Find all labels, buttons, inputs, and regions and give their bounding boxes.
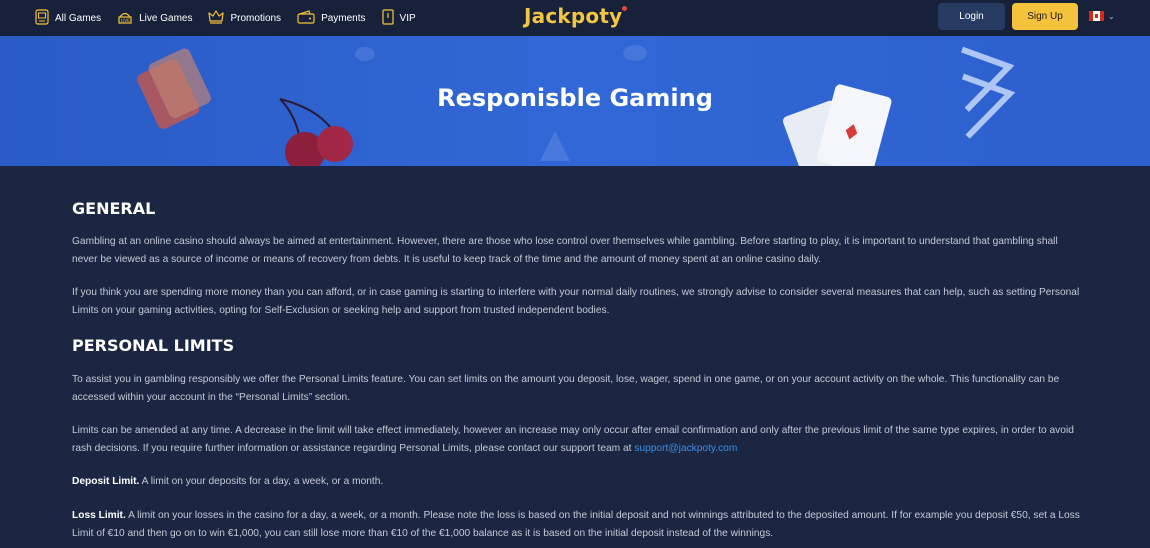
vip-card-icon — [381, 8, 400, 28]
language-selector[interactable]: ⌄ — [1089, 11, 1115, 21]
nav-item-label: Promotions — [230, 12, 282, 24]
svg-text:LIVE: LIVE — [121, 18, 130, 23]
hero-banner: Responisble Gaming — [0, 36, 1150, 166]
support-email-link[interactable]: support@jackpoty.com — [634, 443, 737, 454]
logo-dot — [622, 6, 628, 11]
chevron-down-icon: ⌄ — [1108, 11, 1115, 21]
section-heading-general: GENERAL — [72, 199, 156, 218]
section-heading-personal-limits: PERSONAL LIMITS — [72, 336, 235, 355]
jackpoty-logo[interactable]: Jackpoty — [524, 4, 628, 28]
login-button[interactable]: Login — [938, 3, 1005, 30]
limits-paragraph-2-text: Limits can be amended at any time. A dec… — [72, 425, 1074, 454]
deposit-limit-text: A limit on your deposits for a day, a we… — [141, 476, 384, 487]
blurred-chip-icon — [540, 131, 570, 161]
deposit-limit-title: Deposit Limit. — [72, 476, 140, 487]
blurred-chip-icon — [355, 47, 375, 61]
live-dealer-icon: LIVE — [117, 9, 139, 28]
nav-item-promotions[interactable]: Promotions — [208, 9, 282, 27]
nav-item-label: VIP — [399, 12, 416, 24]
loss-limit-title: Loss Limit. — [72, 510, 126, 521]
nav-item-label: Payments — [321, 12, 366, 24]
loss-limit-paragraph: Loss Limit. A limit on your losses in th… — [72, 507, 1082, 543]
deposit-limit-paragraph: Deposit Limit. A limit on your deposits … — [72, 473, 1082, 491]
loss-limit-text: A limit on your losses in the casino for… — [72, 510, 1080, 539]
page-title: Responisble Gaming — [437, 84, 713, 112]
nav-item-payments[interactable]: Payments — [297, 9, 366, 27]
general-paragraph-2: If you think you are spending more money… — [72, 287, 1080, 316]
nav-item-live-games[interactable]: LIVE Live Games — [117, 9, 192, 28]
general-paragraph-1: Gambling at an online casino should alwa… — [72, 236, 1058, 265]
nav-item-label: All Games — [55, 12, 102, 24]
main-nav: All Games LIVE Live Games Promotions Pay… — [35, 8, 432, 28]
wallet-icon — [297, 9, 321, 27]
crown-icon — [208, 9, 230, 27]
nav-item-label: Live Games — [139, 12, 193, 24]
limits-paragraph-1: To assist you in gambling responsibly we… — [72, 374, 1060, 403]
canada-flag-icon — [1089, 11, 1104, 21]
nav-item-all-games[interactable]: All Games — [35, 8, 102, 28]
limits-paragraph-2: Limits can be amended at any time. A dec… — [72, 422, 1082, 458]
sign-up-button[interactable]: Sign Up — [1012, 3, 1078, 30]
nav-item-vip[interactable]: VIP — [381, 8, 416, 28]
blurred-chip-icon — [623, 45, 647, 61]
slot-machine-icon — [35, 8, 55, 28]
top-navigation-bar: All Games LIVE Live Games Promotions Pay… — [0, 0, 1150, 36]
